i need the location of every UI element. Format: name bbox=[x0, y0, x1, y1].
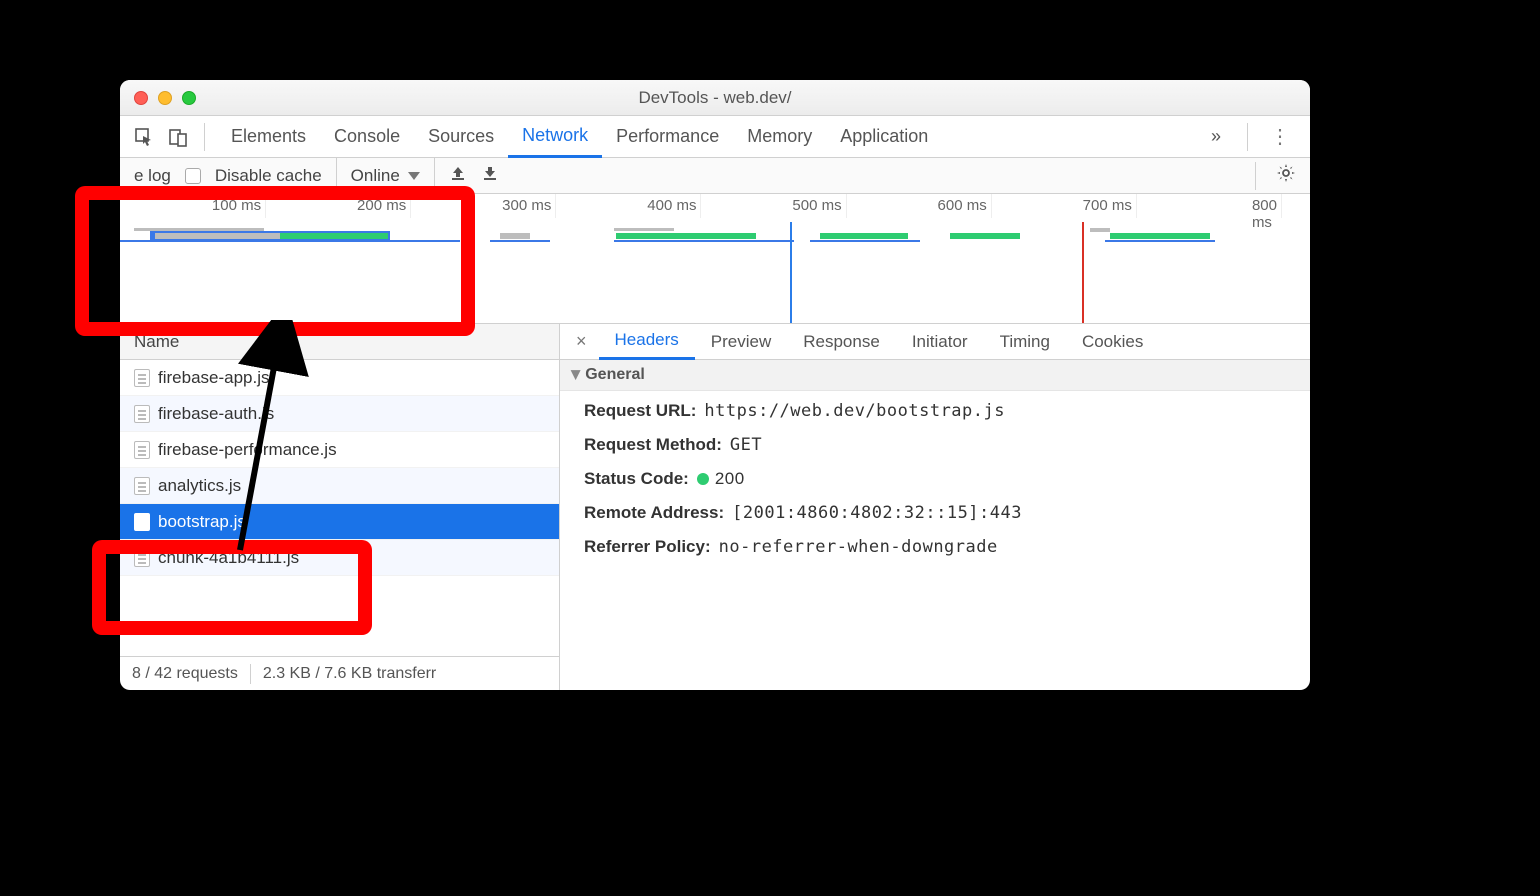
device-toolbar-icon[interactable] bbox=[164, 123, 192, 151]
disable-cache-checkbox[interactable] bbox=[185, 168, 201, 184]
request-row[interactable]: firebase-performance.js bbox=[120, 432, 559, 468]
overflow-tabs-button[interactable]: » bbox=[1197, 116, 1235, 158]
titlebar: DevTools - web.dev/ bbox=[120, 80, 1310, 116]
file-icon bbox=[134, 441, 150, 459]
request-row[interactable]: firebase-auth.js bbox=[120, 396, 559, 432]
tab-application[interactable]: Application bbox=[826, 116, 942, 158]
detail-tab-initiator[interactable]: Initiator bbox=[896, 324, 984, 360]
remote-address-key: Remote Address: bbox=[584, 503, 724, 523]
domcontentloaded-line bbox=[790, 222, 792, 323]
devtools-window: DevTools - web.dev/ ElementsConsoleSourc… bbox=[120, 80, 1310, 690]
requests-count: 8 / 42 requests bbox=[120, 665, 250, 683]
main-tabstrip: ElementsConsoleSourcesNetworkPerformance… bbox=[120, 116, 1310, 158]
timeline-overview[interactable]: 100 ms 200 ms 300 ms 400 ms 500 ms 600 ms 700 … bbox=[120, 194, 1310, 324]
file-icon bbox=[134, 549, 150, 567]
upload-har-icon[interactable] bbox=[449, 164, 467, 188]
name-column-header[interactable]: Name bbox=[120, 324, 559, 360]
referrer-policy-key: Referrer Policy: bbox=[584, 537, 711, 557]
request-name: chunk-4a1b4111.js bbox=[158, 548, 299, 568]
file-icon bbox=[134, 477, 150, 495]
tab-console[interactable]: Console bbox=[320, 116, 414, 158]
throttling-select[interactable]: Online bbox=[336, 158, 435, 193]
request-row[interactable]: firebase-app.js bbox=[120, 360, 559, 396]
divider bbox=[204, 123, 205, 151]
detail-tab-preview[interactable]: Preview bbox=[695, 324, 787, 360]
timeline-tick: 200 ms bbox=[357, 197, 410, 214]
status-code-value: 200 bbox=[697, 469, 745, 489]
remote-address-value: [2001:4860:4802:32::15]:443 bbox=[732, 503, 1022, 523]
transfer-size: 2.3 KB / 7.6 KB transferr bbox=[251, 665, 448, 683]
timeline-tick: 400 ms bbox=[647, 197, 700, 214]
file-icon bbox=[134, 513, 150, 531]
request-name: analytics.js bbox=[158, 476, 241, 496]
request-row[interactable]: chunk-4a1b4111.js bbox=[120, 540, 559, 576]
tab-elements[interactable]: Elements bbox=[217, 116, 320, 158]
more-options-icon[interactable]: ⋮ bbox=[1260, 124, 1300, 149]
request-list[interactable]: firebase-app.js firebase-auth.js firebase-… bbox=[120, 360, 559, 656]
close-detail-icon[interactable]: × bbox=[568, 331, 595, 352]
file-icon bbox=[134, 405, 150, 423]
detail-tab-cookies[interactable]: Cookies bbox=[1066, 324, 1159, 360]
detail-tab-response[interactable]: Response bbox=[787, 324, 896, 360]
detail-tab-headers[interactable]: Headers bbox=[599, 324, 695, 360]
request-row[interactable]: bootstrap.js bbox=[120, 504, 559, 540]
disable-cache-label: Disable cache bbox=[215, 166, 322, 186]
network-toolbar: e log Disable cache Online bbox=[120, 158, 1310, 194]
tab-memory[interactable]: Memory bbox=[733, 116, 826, 158]
timeline-tick: 500 ms bbox=[792, 197, 845, 214]
request-url-key: Request URL: bbox=[584, 401, 696, 421]
lower-panes: Name firebase-app.jsfirebase-auth.jsfire… bbox=[120, 324, 1310, 690]
tab-network[interactable]: Network bbox=[508, 116, 602, 158]
request-name: bootstrap.js bbox=[158, 512, 246, 532]
overview-bars bbox=[120, 226, 1310, 246]
request-method-key: Request Method: bbox=[584, 435, 722, 455]
referrer-policy-value: no-referrer-when-downgrade bbox=[719, 537, 998, 557]
download-har-icon[interactable] bbox=[481, 164, 499, 188]
general-section: Request URL: https://web.dev/bootstrap.j… bbox=[560, 391, 1310, 567]
tab-performance[interactable]: Performance bbox=[602, 116, 733, 158]
detail-tabstrip: × HeadersPreviewResponseInitiatorTimingC… bbox=[560, 324, 1310, 360]
request-name: firebase-performance.js bbox=[158, 440, 337, 460]
preserve-log-label-fragment: e log bbox=[134, 166, 171, 186]
file-icon bbox=[134, 369, 150, 387]
timeline-tick: 300 ms bbox=[502, 197, 555, 214]
settings-gear-icon[interactable] bbox=[1276, 163, 1296, 188]
timeline-tick: 700 ms bbox=[1083, 197, 1136, 214]
timeline-tick: 600 ms bbox=[938, 197, 991, 214]
request-method-value: GET bbox=[730, 435, 762, 455]
timeline-tick: 100 ms bbox=[212, 197, 265, 214]
detail-pane: × HeadersPreviewResponseInitiatorTimingC… bbox=[560, 324, 1310, 690]
window-title: DevTools - web.dev/ bbox=[120, 88, 1310, 108]
inspect-element-icon[interactable] bbox=[130, 123, 158, 151]
detail-tab-timing[interactable]: Timing bbox=[984, 324, 1066, 360]
chevron-down-icon bbox=[408, 172, 420, 180]
divider bbox=[1255, 162, 1256, 190]
tab-sources[interactable]: Sources bbox=[414, 116, 508, 158]
status-code-key: Status Code: bbox=[584, 469, 689, 489]
request-list-pane: Name firebase-app.jsfirebase-auth.jsfire… bbox=[120, 324, 560, 690]
request-row[interactable]: analytics.js bbox=[120, 468, 559, 504]
throttling-value: Online bbox=[351, 166, 400, 186]
general-section-header[interactable]: ▶General bbox=[560, 360, 1310, 391]
request-url-value: https://web.dev/bootstrap.js bbox=[704, 401, 1005, 421]
divider bbox=[1247, 123, 1248, 151]
request-name: firebase-app.js bbox=[158, 368, 270, 388]
load-event-line bbox=[1082, 222, 1084, 323]
status-bar: 8 / 42 requests 2.3 KB / 7.6 KB transfer… bbox=[120, 656, 559, 690]
request-name: firebase-auth.js bbox=[158, 404, 274, 424]
